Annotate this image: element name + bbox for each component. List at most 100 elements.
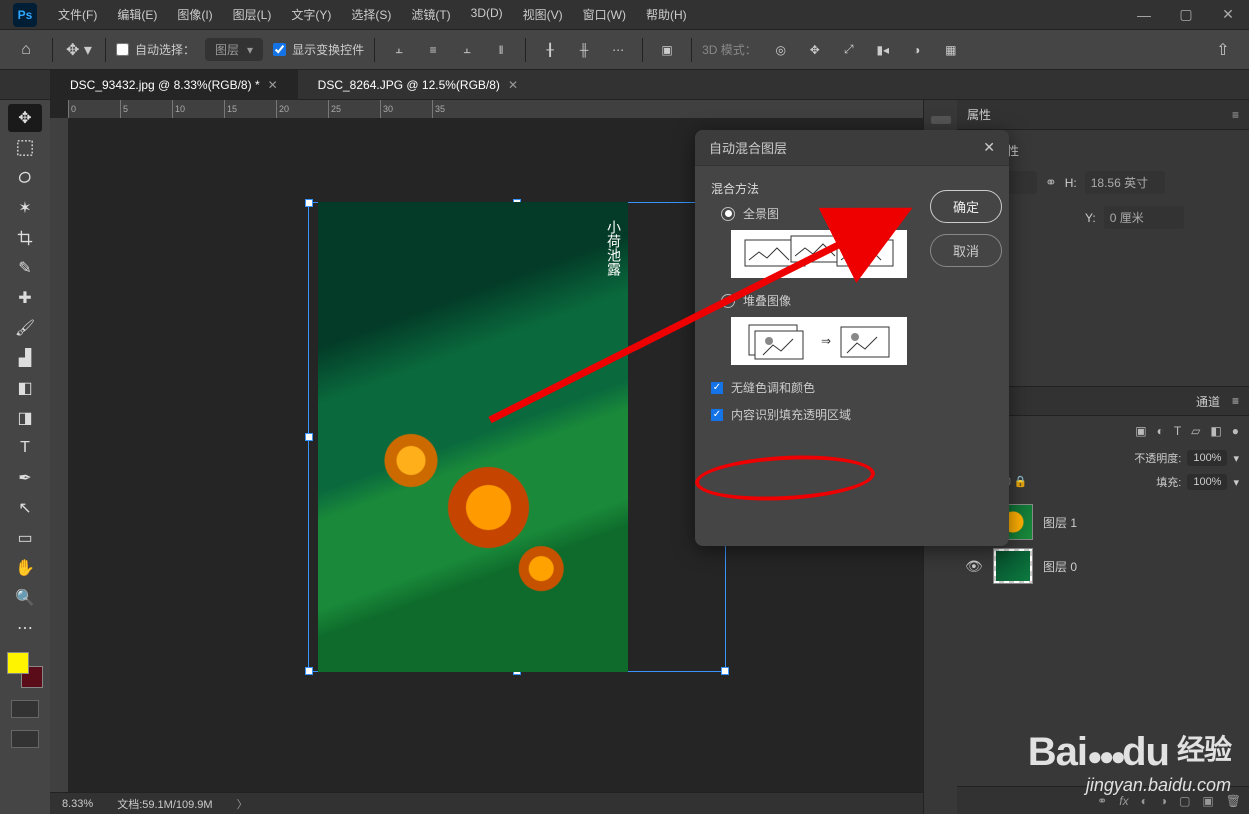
align-left-button[interactable]: ⫠ [385,37,413,63]
menu-select[interactable]: 选择(S) [343,2,399,27]
y-field[interactable]: 0 厘米 [1104,206,1184,229]
zoom-level[interactable]: 8.33% [62,798,93,810]
grid-icon[interactable]: ▦ [937,37,965,63]
camera-icon[interactable]: ▮◂ [869,37,897,63]
handle-bl[interactable] [305,667,313,675]
minimize-button[interactable]: — [1123,1,1165,29]
gradient-tool[interactable]: ◨ [8,404,42,432]
menu-file[interactable]: 文件(F) [50,2,105,27]
menu-3d[interactable]: 3D(D) [463,2,511,27]
handle-ml[interactable] [305,433,313,441]
close-button[interactable]: ✕ [1207,1,1249,29]
layer-thumbnail[interactable] [993,548,1033,584]
ribbon-grip[interactable] [931,116,951,124]
rectangle-tool[interactable]: ▭ [8,524,42,552]
h-field[interactable]: 18.56 英寸 [1085,171,1165,194]
filter-image-icon[interactable]: ▣ [1135,424,1146,438]
handle-tl[interactable] [305,199,313,207]
link-icon[interactable]: ⚭ [1045,174,1057,191]
filter-shape-icon[interactable]: ▱ [1191,424,1200,438]
align-center-button[interactable]: ≡ [419,37,447,63]
document-tab-2[interactable]: DSC_8264.JPG @ 12.5%(RGB/8) ✕ [298,70,538,100]
window-controls: — ▢ ✕ [1123,1,1249,29]
separator [691,38,692,62]
share-icon[interactable]: ⇧ [1207,34,1239,66]
dialog-title: 自动混合图层 [709,138,787,157]
lasso-tool[interactable] [8,164,42,192]
menu-filter[interactable]: 滤镜(T) [403,2,458,27]
layer-row[interactable]: 👁 图层 0 [957,544,1249,588]
close-tab-icon[interactable]: ✕ [508,78,518,92]
magic-wand-tool[interactable]: ✶ [8,194,42,222]
path-select-tool[interactable]: ↖ [8,494,42,522]
filter-toggle[interactable]: ● [1232,424,1239,438]
show-transform-checkbox[interactable]: 显示变换控件 [273,41,364,58]
cancel-button[interactable]: 取消 [930,234,1002,267]
auto-select-checkbox[interactable]: 自动选择： [116,41,195,58]
fill-value[interactable]: 100% [1187,474,1227,490]
menu-view[interactable]: 视图(V) [515,2,571,27]
eraser-tool[interactable]: ◧ [8,374,42,402]
menu-window[interactable]: 窗口(W) [575,2,634,27]
more-tools[interactable]: ⋯ [8,614,42,642]
foreground-swatch[interactable] [7,652,29,674]
move-tool-preset-icon[interactable]: ✥ ▾ [63,34,95,66]
panel-menu-icon[interactable]: ≡ [1232,394,1239,408]
light-icon[interactable]: ◑ [903,37,931,63]
visibility-toggle[interactable]: 👁 [965,558,983,575]
marquee-tool[interactable] [8,134,42,162]
mode-3d-icons: ◎ ✥ ⤢ ▮◂ ◑ ▦ [767,37,965,63]
type-tool[interactable]: T [8,434,42,462]
move-tool[interactable]: ✥ [8,104,42,132]
eyedropper-tool[interactable]: ✎ [8,254,42,282]
menu-edit[interactable]: 编辑(E) [109,2,165,27]
maximize-button[interactable]: ▢ [1165,1,1207,29]
channels-tab[interactable]: 通道 [1196,393,1220,410]
properties-tab[interactable]: 属性 [967,106,991,123]
checkbox-content-aware[interactable]: 内容识别填充透明区域 [711,406,993,423]
dialog-titlebar[interactable]: 自动混合图层 ✕ [695,130,1009,166]
crop-tool[interactable] [8,224,42,252]
home-icon[interactable]: ⌂ [10,34,42,66]
align-top-button[interactable]: ‖ [487,37,515,63]
panel-menu-icon[interactable]: ≡ [1232,108,1239,122]
overlap-icon[interactable]: ▣ [653,37,681,63]
zoom-tool[interactable]: 🔍 [8,584,42,612]
ok-button[interactable]: 确定 [930,190,1002,223]
screen-mode-toggle[interactable] [11,730,39,748]
document-tabs: DSC_93432.jpg @ 8.33%(RGB/8) * ✕ DSC_826… [0,70,1249,100]
radio-stack[interactable]: 堆叠图像 [721,292,993,309]
filter-adjust-icon[interactable]: ◐ [1157,424,1164,438]
layer-name[interactable]: 图层 0 [1043,558,1077,575]
menu-layer[interactable]: 图层(L) [225,2,280,27]
menu-help[interactable]: 帮助(H) [638,2,695,27]
hand-tool[interactable]: ✋ [8,554,42,582]
close-tab-icon[interactable]: ✕ [268,78,278,92]
handle-br[interactable] [721,667,729,675]
filter-type-icon[interactable]: T [1174,424,1181,438]
menu-type[interactable]: 文字(Y) [283,2,339,27]
quick-mask-toggle[interactable] [11,700,39,718]
dolly-icon[interactable]: ⤢ [835,37,863,63]
auto-select-dropdown[interactable]: 图层▾ [205,38,263,61]
distribute-more-icon[interactable]: ⋯ [604,37,632,63]
distribute-h-button[interactable]: ╂ [536,37,564,63]
checkbox-seamless[interactable]: 无缝色调和颜色 [711,379,993,396]
color-swatches[interactable] [7,652,43,688]
opacity-value[interactable]: 100% [1187,450,1227,466]
pen-tool[interactable]: ✒ [8,464,42,492]
dialog-close-button[interactable]: ✕ [983,139,995,156]
orbit-icon[interactable]: ◎ [767,37,795,63]
pan-icon[interactable]: ✥ [801,37,829,63]
document-tab-1[interactable]: DSC_93432.jpg @ 8.33%(RGB/8) * ✕ [50,70,298,100]
brush-tool[interactable]: 🖌 [8,314,42,342]
align-right-button[interactable]: ⫠ [453,37,481,63]
filter-smart-icon[interactable]: ◧ [1210,424,1221,438]
healing-tool[interactable]: ✚ [8,284,42,312]
layer-name[interactable]: 图层 1 [1043,514,1077,531]
distribute-v-button[interactable]: ╫ [570,37,598,63]
menu-image[interactable]: 图像(I) [169,2,220,27]
separator [374,38,375,62]
status-more-icon[interactable]: 〉 [237,796,248,812]
stamp-tool[interactable]: ▟ [8,344,42,372]
